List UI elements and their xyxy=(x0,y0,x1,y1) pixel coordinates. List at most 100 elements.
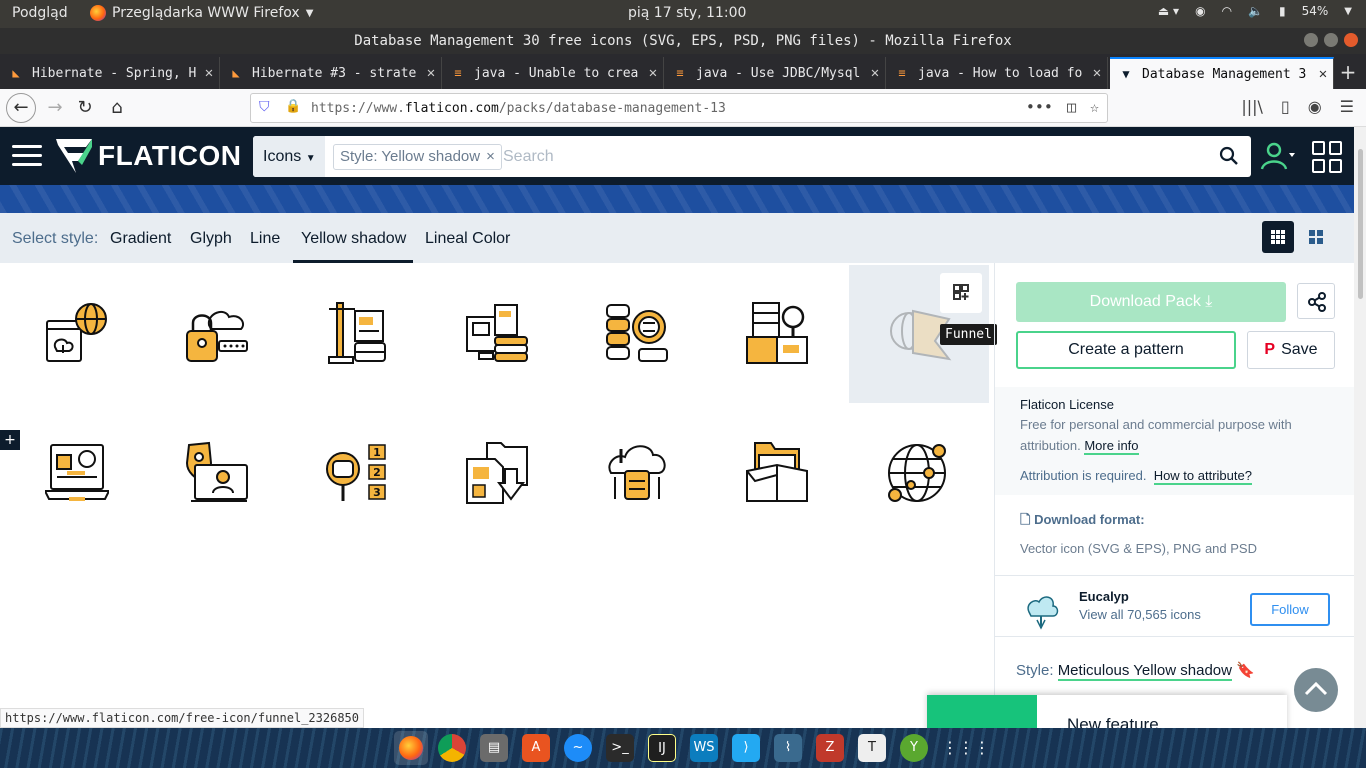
icon-tile[interactable] xyxy=(845,405,985,543)
close-tab-icon[interactable]: ✕ xyxy=(1087,65,1107,81)
close-tab-icon[interactable]: ✕ xyxy=(643,65,663,81)
url-bar[interactable]: ⛉ 🔒 https://www.flaticon.com/packs/datab… xyxy=(250,93,1108,123)
author-icon-count[interactable]: View all 70,565 icons xyxy=(1079,607,1201,622)
icon-tile[interactable] xyxy=(145,265,285,403)
close-tab-icon[interactable]: ✕ xyxy=(1313,66,1333,82)
eucalyp-author-logo[interactable] xyxy=(1021,590,1061,630)
how-to-attribute-link[interactable]: How to attribute? xyxy=(1153,468,1252,485)
mysql-workbench-dock-icon[interactable]: ⌇ xyxy=(774,734,802,762)
icon-tile[interactable] xyxy=(425,405,565,543)
minimize-button[interactable] xyxy=(1304,33,1318,47)
follow-button[interactable]: Follow xyxy=(1250,593,1330,626)
save-pinterest-button[interactable]: P Save xyxy=(1247,331,1335,369)
show-applications-icon[interactable]: ⋮⋮⋮ xyxy=(942,734,990,762)
page-scrollbar[interactable] xyxy=(1354,127,1366,728)
new-tab-button[interactable]: + xyxy=(1336,60,1360,84)
reload-button[interactable]: ↻ xyxy=(72,95,98,121)
vscode-dock-icon[interactable]: ⟩ xyxy=(732,734,760,762)
style-option-gradient[interactable]: Gradient xyxy=(110,230,171,248)
tab-hibernate-spring[interactable]: ◣ Hibernate - Spring, H ✕ xyxy=(0,57,220,89)
pocket-icon[interactable]: ◫ xyxy=(1067,98,1076,116)
files-dock-icon[interactable]: ▤ xyxy=(480,734,508,762)
icon-tile[interactable] xyxy=(705,405,845,543)
clock[interactable]: pią 17 sty, 11:00 xyxy=(628,5,746,21)
page-actions-icon[interactable]: ••• xyxy=(1026,98,1053,116)
search-type-select[interactable]: Icons ▼ xyxy=(253,136,325,177)
library-icon[interactable]: |||\ xyxy=(1241,97,1263,116)
messenger-dock-icon[interactable]: ~ xyxy=(564,734,592,762)
tab-java-jdbc[interactable]: ≡ java - Use JDBC/Mysql ✕ xyxy=(664,57,886,89)
terminal-dock-icon[interactable]: >_ xyxy=(606,734,634,762)
app-menu[interactable]: Przeglądarka WWW Firefox ▼ xyxy=(90,5,313,21)
flaticon-logo[interactable]: FLATICON xyxy=(56,139,241,173)
webstorm-dock-icon[interactable]: WS xyxy=(690,734,718,762)
messenger-tray-icon[interactable]: ◉ xyxy=(1195,4,1205,18)
remove-chip-icon[interactable]: × xyxy=(486,145,495,169)
icon-tile[interactable] xyxy=(285,265,425,403)
style-name-link[interactable]: Meticulous Yellow shadow xyxy=(1057,662,1232,681)
scrollbar-thumb[interactable] xyxy=(1358,149,1363,299)
system-tray[interactable]: ⏏ ▾ ◉ ◠ 🔈 ▮ 54% ▼ xyxy=(1158,4,1352,18)
icon-tile[interactable] xyxy=(5,405,145,543)
icon-tile[interactable]: 1 2 3 xyxy=(285,405,425,543)
menu-icon[interactable]: ☰ xyxy=(1340,97,1354,116)
chevron-down-icon[interactable]: ▼ xyxy=(1344,6,1352,17)
search-icon[interactable] xyxy=(1219,146,1239,166)
add-to-collection-button[interactable] xyxy=(940,273,982,313)
battery-icon[interactable]: ▮ xyxy=(1279,4,1286,18)
chrome-dock-icon[interactable] xyxy=(438,734,466,762)
account-icon[interactable]: ◉ xyxy=(1308,97,1322,116)
home-button[interactable]: ⌂ xyxy=(104,95,130,121)
text-editor-dock-icon[interactable]: T xyxy=(858,734,886,762)
intellij-dock-icon[interactable]: IJ xyxy=(648,734,676,762)
tab-java-unable[interactable]: ≡ java - Unable to crea ✕ xyxy=(442,57,664,89)
icon-tile[interactable] xyxy=(145,405,285,543)
download-pack-button[interactable]: Download Pack ⤓ xyxy=(1016,282,1286,322)
close-tab-icon[interactable]: ✕ xyxy=(199,65,219,81)
close-tab-icon[interactable]: ✕ xyxy=(421,65,441,81)
close-tab-icon[interactable]: ✕ xyxy=(865,65,885,81)
style-option-lineal-color[interactable]: Lineal Color xyxy=(425,230,510,248)
wifi-icon[interactable]: ◠ xyxy=(1222,4,1232,18)
more-info-link[interactable]: More info xyxy=(1084,438,1139,455)
icon-tile[interactable] xyxy=(565,265,705,403)
bookmark-icon[interactable]: 🔖 xyxy=(1236,662,1255,679)
grid-view-dense-icon[interactable] xyxy=(1262,221,1294,253)
maximize-button[interactable] xyxy=(1324,33,1338,47)
icon-tile[interactable] xyxy=(425,265,565,403)
close-window-button[interactable] xyxy=(1344,33,1358,47)
app-dock-icon[interactable]: Y xyxy=(900,734,928,762)
window-titlebar[interactable]: Database Management 30 free icons (SVG, … xyxy=(0,28,1366,54)
icon-tile[interactable] xyxy=(705,265,845,403)
bookmark-star-icon[interactable]: ☆ xyxy=(1090,98,1099,116)
eject-icon[interactable]: ⏏ ▾ xyxy=(1158,4,1179,18)
forward-button[interactable]: → xyxy=(42,95,68,121)
style-option-yellow-shadow[interactable]: Yellow shadow xyxy=(301,230,406,248)
style-option-line[interactable]: Line xyxy=(250,230,280,248)
filezilla-dock-icon[interactable]: Z xyxy=(816,734,844,762)
style-option-glyph[interactable]: Glyph xyxy=(190,230,232,248)
activities-button[interactable]: Podgląd xyxy=(12,5,68,21)
tracking-shield-icon[interactable]: ⛉ xyxy=(259,99,270,115)
back-button[interactable]: ← xyxy=(6,93,36,123)
tab-database-management[interactable]: ▼ Database Management 3 ✕ xyxy=(1110,57,1334,89)
grid-view-large-icon[interactable] xyxy=(1300,221,1332,253)
scroll-to-top-button[interactable] xyxy=(1294,668,1338,712)
tab-java-load[interactable]: ≡ java - How to load fo ✕ xyxy=(886,57,1108,89)
sidebar-icon[interactable]: ▯ xyxy=(1281,97,1290,116)
author-name[interactable]: Eucalyp xyxy=(1079,589,1129,604)
share-button[interactable] xyxy=(1297,283,1335,319)
search-input[interactable] xyxy=(503,144,1203,170)
volume-muted-icon[interactable]: 🔈 xyxy=(1248,4,1263,18)
new-feature-banner[interactable]: New feature xyxy=(927,695,1287,728)
icon-tile[interactable] xyxy=(565,405,705,543)
hamburger-menu-icon[interactable] xyxy=(12,145,42,172)
lock-icon[interactable]: 🔒 xyxy=(285,99,301,114)
icon-tile[interactable] xyxy=(5,265,145,403)
style-filter-chip[interactable]: Style: Yellow shadow × xyxy=(333,144,502,170)
software-center-dock-icon[interactable]: A xyxy=(522,734,550,762)
firefox-dock-icon[interactable] xyxy=(394,731,428,765)
user-account-icon[interactable] xyxy=(1260,141,1296,171)
apps-grid-icon[interactable] xyxy=(1312,141,1344,173)
tab-hibernate-3[interactable]: ◣ Hibernate #3 - strate ✕ xyxy=(220,57,442,89)
